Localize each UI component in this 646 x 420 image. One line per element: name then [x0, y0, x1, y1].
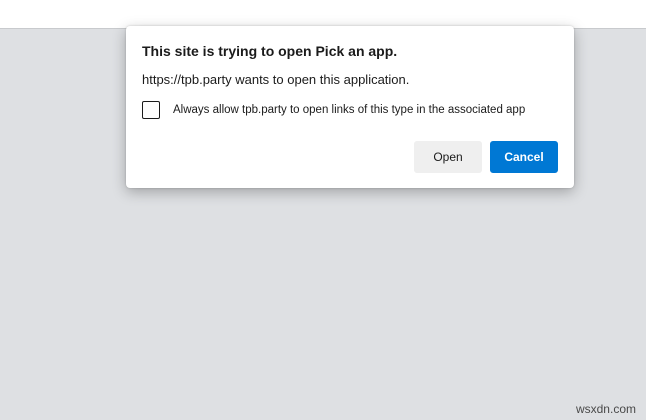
- dialog-message: https://tpb.party wants to open this app…: [142, 72, 410, 87]
- dialog-title: This site is trying to open Pick an app.: [142, 43, 398, 59]
- open-app-dialog: This site is trying to open Pick an app.…: [126, 26, 574, 188]
- cancel-button[interactable]: Cancel: [490, 141, 558, 173]
- browser-toolbar: [0, 0, 646, 29]
- open-button[interactable]: Open: [414, 141, 482, 173]
- watermark: wsxdn.com: [575, 402, 636, 416]
- always-allow-checkbox-row[interactable]: Always allow tpb.party to open links of …: [142, 100, 525, 120]
- always-allow-label[interactable]: Always allow tpb.party to open links of …: [173, 104, 525, 116]
- always-allow-checkbox[interactable]: [142, 101, 160, 119]
